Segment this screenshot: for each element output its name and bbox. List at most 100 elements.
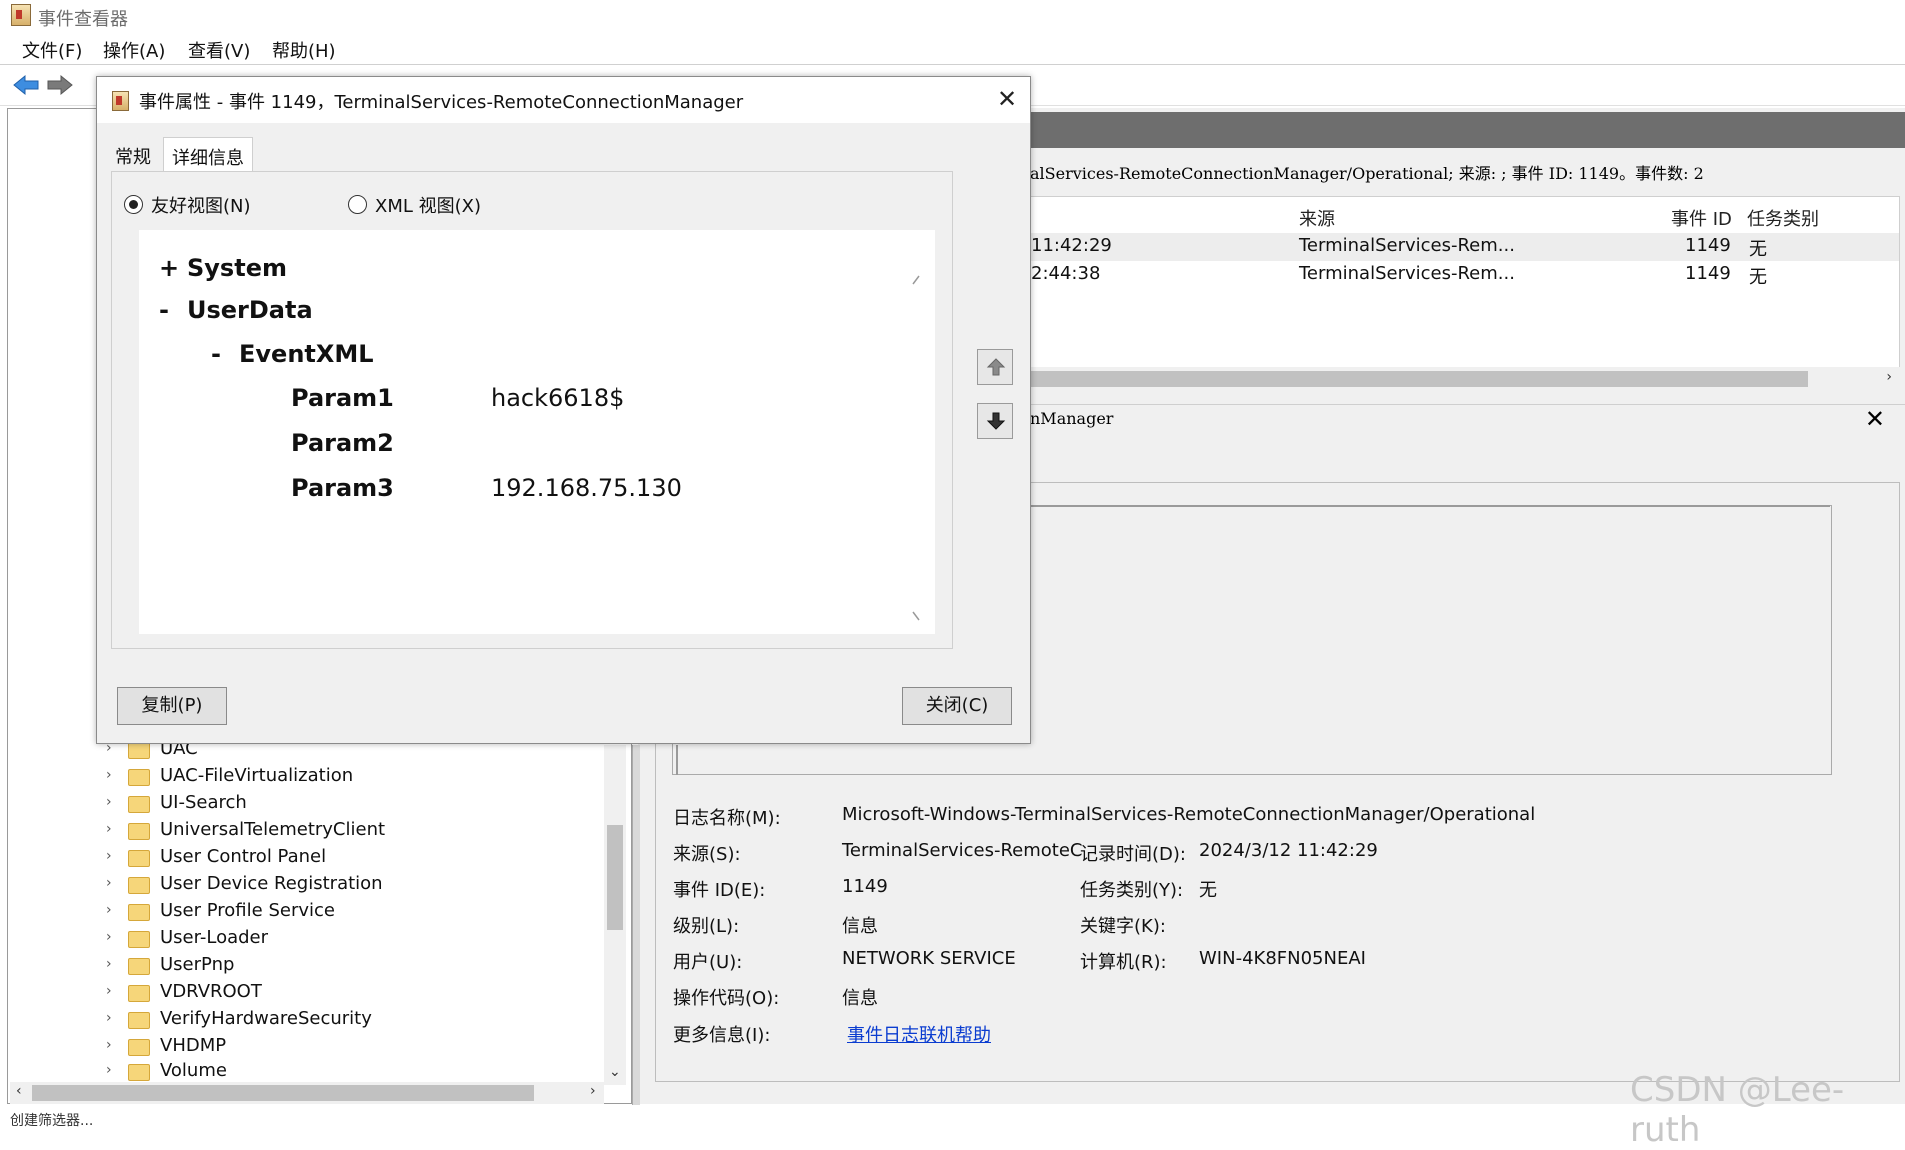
tree-item[interactable]: › Volume	[100, 1060, 600, 1082]
scroll-thumb[interactable]	[32, 1085, 534, 1101]
tree-item[interactable]: › User-Loader	[100, 927, 600, 953]
radio-selected-icon[interactable]	[124, 195, 143, 214]
collapse-toggle[interactable]: -	[159, 296, 169, 324]
close-button[interactable]: 关闭(C)	[902, 687, 1012, 725]
menu-bar: 文件(F) 操作(A) 查看(V) 帮助(H)	[0, 33, 1905, 65]
chevron-right-icon[interactable]: ›	[106, 1062, 112, 1078]
row-source: TerminalServices-Rem...	[1299, 235, 1515, 256]
table-row[interactable]: 11:42:29 TerminalServices-Rem... 1149 无	[1031, 233, 1899, 261]
tree-item[interactable]: › VHDMP	[100, 1035, 600, 1061]
event-viewer-icon	[11, 4, 31, 26]
source-value: TerminalServices-RemoteC	[842, 840, 1083, 861]
user-value: NETWORK SERVICE	[842, 948, 1016, 969]
row-event-id: 1149	[1685, 263, 1731, 284]
back-arrow-icon[interactable]	[12, 74, 40, 96]
tree-item[interactable]: › User Device Registration	[100, 873, 600, 899]
param-name: Param1	[291, 384, 394, 412]
tree-item-label: VHDMP	[160, 1035, 227, 1056]
menu-view[interactable]: 查看(V)	[188, 37, 250, 63]
table-row[interactable]: 2:44:38 TerminalServices-Rem... 1149 无	[1031, 261, 1899, 289]
tree-item-label: User Control Panel	[160, 846, 327, 867]
tree-item[interactable]: › VerifyHardwareSecurity	[100, 1008, 600, 1034]
tree-vertical-scrollbar[interactable]: ⌄	[604, 745, 626, 1085]
logged-label: 记录时间(D):	[1080, 844, 1186, 865]
tree-item[interactable]: › UniversalTelemetryClient	[100, 819, 600, 845]
row-time: 11:42:29	[1031, 235, 1112, 256]
folder-icon	[128, 931, 150, 948]
radio-friendly-label: 友好视图(N)	[151, 196, 251, 217]
close-icon[interactable]: ✕	[1865, 405, 1885, 433]
tree-item[interactable]: › VDRVROOT	[100, 981, 600, 1007]
chevron-right-icon[interactable]: ›	[590, 1083, 596, 1099]
tree-item[interactable]: › User Profile Service	[100, 900, 600, 926]
chevron-right-icon[interactable]: ›	[106, 983, 112, 999]
tree-horizontal-scrollbar[interactable]: ‹ ›	[10, 1082, 604, 1104]
task-category-label: 任务类别(Y):	[1080, 880, 1184, 901]
forward-arrow-icon[interactable]	[46, 74, 74, 96]
computer-value: WIN-4K8FN05NEAI	[1199, 948, 1366, 969]
event-detail-title: nManager	[1030, 409, 1114, 428]
watermark: CSDN @Lee-ruth	[1630, 1070, 1845, 1150]
folder-icon	[128, 769, 150, 786]
opcode-value: 信息	[842, 988, 878, 1009]
chevron-right-icon[interactable]: ›	[106, 875, 112, 891]
folder-icon	[128, 1064, 150, 1081]
window-title: 事件查看器	[38, 9, 128, 30]
tree-item-label: User Device Registration	[160, 873, 383, 894]
close-icon[interactable]: ✕	[997, 85, 1017, 113]
radio-unselected-icon[interactable]	[348, 195, 367, 214]
chevron-right-icon[interactable]: ›	[106, 848, 112, 864]
next-event-button[interactable]	[977, 403, 1013, 439]
chevron-right-icon[interactable]: ›	[106, 1010, 112, 1026]
list-horizontal-scrollbar[interactable]: ›	[1030, 367, 1900, 391]
tab-details[interactable]: 详细信息	[163, 137, 253, 171]
chevron-right-icon[interactable]: ›	[106, 794, 112, 810]
chevron-right-icon[interactable]: ›	[106, 767, 112, 783]
radio-xml-label: XML 视图(X)	[375, 196, 481, 217]
tree-item[interactable]: › UserPnp	[100, 954, 600, 980]
keywords-label: 关键字(K):	[1080, 916, 1166, 937]
tree-item[interactable]: › UI-Search	[100, 792, 600, 818]
param-value: 192.168.75.130	[491, 474, 682, 502]
folder-icon	[128, 1039, 150, 1056]
expand-toggle[interactable]: +	[159, 254, 179, 282]
column-source[interactable]: 来源	[1299, 205, 1335, 231]
event-detail-header: nManager ✕	[1030, 404, 1905, 434]
chevron-right-icon[interactable]: ›	[106, 956, 112, 972]
chevron-right-icon[interactable]: ›	[1886, 369, 1892, 385]
arrow-down-icon	[986, 412, 1006, 430]
more-info-label: 更多信息(I):	[673, 1025, 771, 1046]
dialog-title: 事件属性 - 事件 1149，TerminalServices-RemoteCo…	[139, 92, 744, 113]
chevron-left-icon[interactable]: ‹	[16, 1083, 22, 1099]
tree-item-label: VerifyHardwareSecurity	[160, 1008, 372, 1029]
chevron-right-icon[interactable]: ›	[106, 821, 112, 837]
scroll-thumb[interactable]	[1030, 371, 1808, 387]
menu-help[interactable]: 帮助(H)	[272, 37, 336, 63]
menu-action[interactable]: 操作(A)	[103, 37, 165, 63]
node-userdata[interactable]: UserData	[187, 296, 313, 324]
collapse-toggle[interactable]: -	[211, 340, 221, 368]
more-info-link[interactable]: 事件日志联机帮助	[847, 1021, 991, 1047]
previous-event-button[interactable]	[977, 349, 1013, 385]
event-list[interactable]: 来源 事件 ID 任务类别 11:42:29 TerminalServices-…	[1030, 196, 1900, 391]
menu-file[interactable]: 文件(F)	[22, 37, 82, 63]
chevron-right-icon[interactable]: ›	[106, 902, 112, 918]
copy-button[interactable]: 复制(P)	[117, 687, 227, 725]
node-system[interactable]: System	[187, 254, 287, 282]
column-event-id[interactable]: 事件 ID	[1671, 205, 1732, 231]
content-vertical-scrollbar[interactable]	[910, 262, 926, 634]
tree-item[interactable]: › User Control Panel	[100, 846, 600, 872]
chevron-right-icon[interactable]: ›	[106, 929, 112, 945]
scroll-thumb[interactable]	[607, 825, 623, 930]
event-id-value: 1149	[842, 876, 888, 897]
param-name: Param2	[291, 429, 394, 457]
tree-item-label: UI-Search	[160, 792, 247, 813]
chevron-right-icon[interactable]: ›	[106, 1037, 112, 1053]
tab-general[interactable]: 常规	[107, 137, 159, 171]
chevron-down-icon[interactable]: ⌄	[609, 1064, 621, 1080]
pane-splitter[interactable]	[632, 745, 640, 1105]
node-eventxml[interactable]: EventXML	[239, 340, 374, 368]
column-task-category[interactable]: 任务类别	[1747, 205, 1819, 231]
tree-item[interactable]: › UAC-FileVirtualization	[100, 765, 600, 791]
user-label: 用户(U):	[673, 952, 743, 973]
